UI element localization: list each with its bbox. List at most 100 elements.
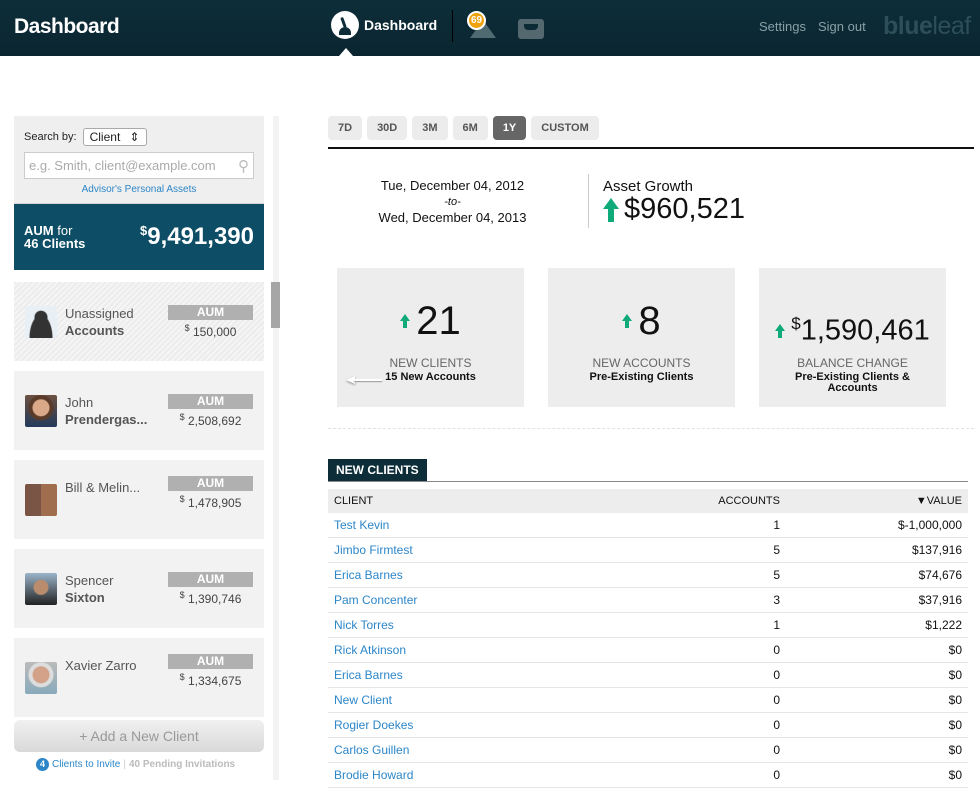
client-link[interactable]: Jimbo Firmtest [334, 543, 682, 557]
client-first-name: Spencer [65, 572, 114, 588]
client-aum: AUM $ 1,334,675 [168, 653, 253, 688]
avatar [25, 394, 57, 427]
table-row: Nick Torres 1 $1,222 [328, 613, 968, 638]
client-name: Spencer Sixton [65, 572, 160, 606]
client-aum: AUM $ 1,390,746 [168, 571, 253, 606]
alerts-badge: 69 [467, 11, 486, 30]
search-icon[interactable]: ⚲ [238, 157, 249, 175]
settings-link[interactable]: Settings [759, 19, 806, 34]
stat-balance-change[interactable]: $1,590,461 BALANCE CHANGE Pre-Existing C… [759, 268, 946, 407]
period-to-label: -to- [444, 196, 461, 208]
aum-currency: $ [179, 671, 185, 682]
separator: | [123, 759, 126, 770]
client-card[interactable]: Unassigned Accounts AUM $ 150,000 [14, 282, 264, 361]
up-arrow-icon [603, 197, 619, 222]
aum-summary: AUM for 46 Clients $9,491,390 [14, 204, 264, 270]
new-clients-table: CLIENT ACCOUNTS ▼VALUE Test Kevin 1 $-1,… [328, 489, 968, 788]
client-card[interactable]: John Prendergas... AUM $ 2,508,692 [14, 371, 264, 450]
value-cell: $-1,000,000 [897, 518, 962, 532]
value-cell: $0 [948, 668, 962, 682]
aum-currency: $ [179, 493, 185, 504]
client-link[interactable]: Carlos Guillen [334, 743, 682, 757]
up-arrow-icon [622, 314, 633, 328]
search-by-label: Search by: [24, 131, 77, 143]
range-tab-3m[interactable]: 3M [412, 116, 448, 140]
aum-client-count: 46 Clients [24, 236, 86, 251]
sidebar-scrollbar[interactable] [273, 116, 279, 780]
client-aum: AUM $ 1,478,905 [168, 475, 253, 510]
client-link[interactable]: Rogier Doekes [334, 718, 682, 732]
col-value[interactable]: ▼VALUE [782, 495, 962, 507]
table-row: Rick Atkinson 0 $0 [328, 638, 968, 663]
left-arrow-icon [346, 376, 382, 384]
nav-divider [452, 10, 453, 42]
inbox-icon[interactable] [518, 19, 544, 39]
stat-new-clients[interactable]: 21 NEW CLIENTS 15 New Accounts [337, 268, 524, 407]
pending-invitations-link[interactable]: 40 Pending Invitations [129, 759, 235, 770]
asset-growth-value: $960,521 [624, 193, 745, 225]
accounts-cell: 0 [773, 693, 780, 707]
sign-out-link[interactable]: Sign out [818, 19, 866, 34]
stat-label: BALANCE CHANGE [797, 356, 908, 370]
stat-currency: $ [791, 314, 801, 334]
client-name: John Prendergas... [65, 394, 160, 428]
stat-new-accounts[interactable]: 8 NEW ACCOUNTS Pre-Existing Clients [548, 268, 735, 407]
client-link[interactable]: Test Kevin [334, 518, 682, 532]
value-cell: $0 [948, 743, 962, 757]
tab-underline [328, 481, 968, 482]
stat-value: 1,590,461 [800, 314, 930, 347]
range-tab-7d[interactable]: 7D [328, 116, 363, 140]
period-from: Tue, December 04, 2012 [380, 178, 525, 193]
search-by-select[interactable]: Client ⇕ [82, 128, 147, 146]
active-nav-caret [339, 48, 353, 56]
sidebar-scroll-thumb[interactable] [271, 282, 280, 328]
client-link[interactable]: Pam Concenter [334, 593, 682, 607]
client-last-name: Accounts [65, 322, 125, 338]
client-card[interactable]: Bill & Melin... AUM $ 1,478,905 [14, 460, 264, 539]
client-card[interactable]: Spencer Sixton AUM $ 1,390,746 [14, 549, 264, 628]
aum-label: AUM [168, 304, 253, 320]
client-link[interactable]: Nick Torres [334, 618, 682, 632]
new-clients-tab[interactable]: NEW CLIENTS [328, 459, 427, 481]
client-card[interactable]: Xavier Zarro AUM $ 1,334,675 [14, 638, 264, 717]
aum-label: AUM [168, 475, 253, 491]
aum-value: 1,478,905 [187, 495, 242, 510]
client-first-name: Xavier Zarro [65, 658, 137, 673]
client-link[interactable]: Erica Barnes [334, 568, 682, 582]
client-name: Bill & Melin... [65, 479, 160, 496]
aum-currency: $ [184, 322, 190, 333]
search-box: Search by: Client ⇕ e.g. Smith, client@e… [14, 116, 264, 204]
value-cell: $74,676 [918, 568, 962, 582]
stat-label: NEW CLIENTS [389, 356, 472, 370]
nav-dashboard[interactable]: Dashboard [331, 11, 437, 39]
aum-label: AUM [168, 393, 253, 409]
client-link[interactable]: Erica Barnes [334, 668, 682, 682]
logo-bold: blue [883, 12, 933, 40]
stat-value: 8 [638, 298, 661, 343]
client-link[interactable]: New Client [334, 693, 682, 707]
range-tab-30d[interactable]: 30D [367, 116, 408, 140]
advisor-assets-link[interactable]: Advisor's Personal Assets [24, 184, 254, 195]
client-link[interactable]: Rick Atkinson [334, 643, 682, 657]
range-tab-custom[interactable]: CUSTOM [531, 116, 599, 140]
add-client-button[interactable]: + Add a New Client [14, 720, 264, 752]
aum-label: AUM [168, 653, 253, 669]
search-input[interactable]: e.g. Smith, client@example.com ⚲ [24, 152, 254, 179]
client-last-name: Prendergas... [65, 411, 148, 427]
period-to: Wed, December 04, 2013 [378, 210, 527, 225]
col-accounts[interactable]: ACCOUNTS [682, 495, 782, 507]
clients-to-invite-link[interactable]: Clients to Invite [52, 759, 120, 770]
range-tab-1y[interactable]: 1Y [492, 116, 527, 140]
col-client[interactable]: CLIENT [334, 495, 682, 507]
value-cell: $0 [948, 718, 962, 732]
accounts-cell: 3 [773, 593, 780, 607]
value-cell: $1,222 [925, 618, 962, 632]
accounts-cell: 0 [773, 718, 780, 732]
page-title: Dashboard [14, 15, 120, 38]
accounts-cell: 0 [773, 643, 780, 657]
range-tab-6m[interactable]: 6M [452, 116, 488, 140]
stat-label: NEW ACCOUNTS [592, 356, 691, 370]
avatar [25, 305, 57, 338]
accounts-cell: 5 [773, 543, 780, 557]
gauge-icon [331, 11, 359, 39]
